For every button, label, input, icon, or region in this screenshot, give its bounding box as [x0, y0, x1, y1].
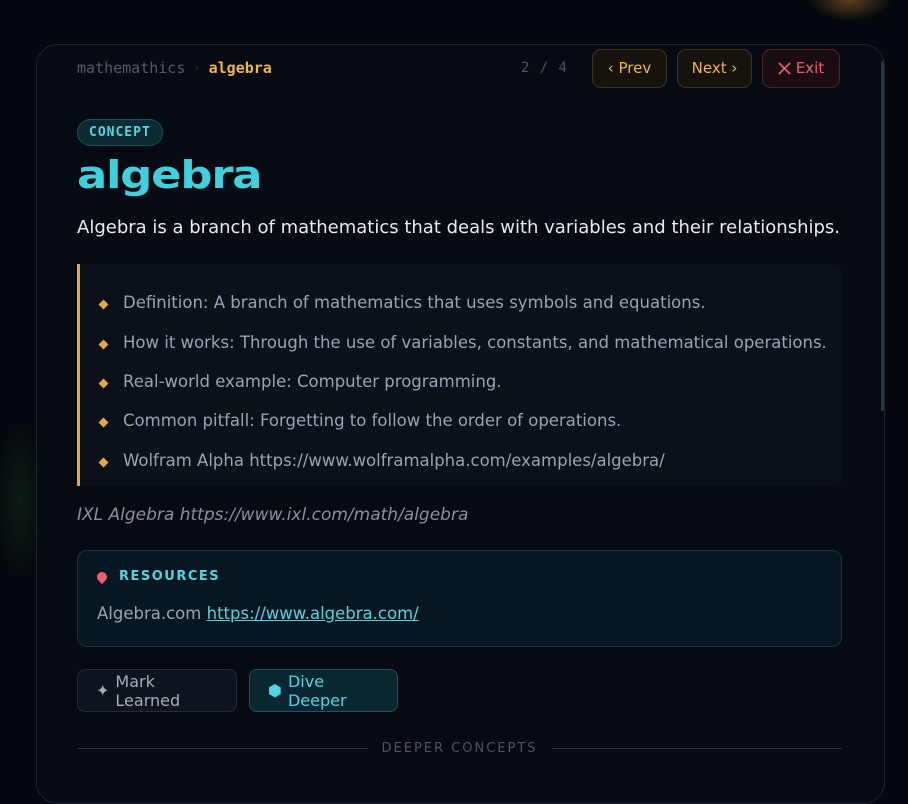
resources-heading: RESOURCES [97, 569, 841, 584]
breadcrumb-separator: › [193, 61, 200, 75]
breadcrumb-root[interactable]: mathemathics [77, 59, 185, 77]
action-buttons: ✦ Mark Learned ⬢ Dive Deeper [77, 669, 398, 712]
list-item: Common pitfall: Forgetting to follow the… [100, 401, 842, 440]
sparkle-icon: ✦ [96, 681, 109, 700]
concept-title: algebra [77, 153, 261, 197]
resource-label: Algebra.com [97, 604, 201, 623]
breadcrumb-current: algebra [209, 59, 272, 77]
list-item: How it works: Through the use of variabl… [100, 322, 842, 361]
resource-item: Algebra.com https://www.algebra.com/ [97, 604, 841, 623]
diamond-bullet-icon [99, 300, 109, 310]
list-item-text: Common pitfall: Forgetting to follow the… [123, 411, 621, 430]
next-button[interactable]: Next › [677, 49, 752, 88]
dive-deeper-label: Dive Deeper [288, 672, 379, 710]
concept-tag: CONCEPT [77, 119, 163, 146]
list-item: Wolfram Alpha https://www.wolframalpha.c… [100, 441, 842, 480]
pin-icon [95, 569, 109, 583]
deeper-concepts-divider: DEEPER CONCEPTS [77, 741, 842, 756]
resources-panel: RESOURCES Algebra.com https://www.algebr… [77, 550, 842, 647]
dive-deeper-button[interactable]: ⬢ Dive Deeper [249, 669, 398, 712]
list-item-text: Wolfram Alpha https://www.wolframalpha.c… [123, 451, 665, 470]
list-item: Definition: A branch of mathematics that… [100, 283, 842, 322]
diamond-bullet-icon [99, 339, 109, 349]
hexagon-icon: ⬢ [268, 681, 282, 700]
source-note: IXL Algebra https://www.ixl.com/math/alg… [77, 505, 468, 525]
mark-learned-label: Mark Learned [115, 672, 218, 710]
close-icon [778, 62, 791, 75]
deeper-concepts-label: DEEPER CONCEPTS [382, 741, 538, 756]
diamond-bullet-icon [99, 379, 109, 389]
list-item-text: How it works: Through the use of variabl… [123, 333, 827, 352]
divider-line [77, 748, 368, 749]
page-counter: 2 / 4 [521, 60, 568, 76]
resources-heading-label: RESOURCES [119, 569, 220, 584]
key-points-list: Definition: A branch of mathematics that… [77, 264, 842, 486]
breadcrumb: mathemathics › algebra [77, 59, 272, 77]
diamond-bullet-icon [99, 457, 109, 467]
exit-label: Exit [796, 59, 824, 77]
list-item-text: Definition: A branch of mathematics that… [123, 293, 706, 312]
exit-button[interactable]: Exit [762, 49, 840, 88]
concept-summary: Algebra is a branch of mathematics that … [77, 217, 857, 238]
list-item: Real-world example: Computer programming… [100, 362, 842, 401]
prev-button[interactable]: ‹ Prev [592, 49, 667, 88]
divider-line [552, 748, 843, 749]
top-bar: mathemathics › algebra 2 / 4 ‹ Prev Next… [77, 48, 840, 88]
scrollbar[interactable] [881, 61, 884, 411]
diamond-bullet-icon [99, 418, 109, 428]
list-item-text: Real-world example: Computer programming… [123, 372, 502, 391]
resource-link[interactable]: https://www.algebra.com/ [207, 604, 419, 623]
mark-learned-button[interactable]: ✦ Mark Learned [77, 669, 237, 712]
concept-card: mathemathics › algebra 2 / 4 ‹ Prev Next… [36, 44, 885, 804]
